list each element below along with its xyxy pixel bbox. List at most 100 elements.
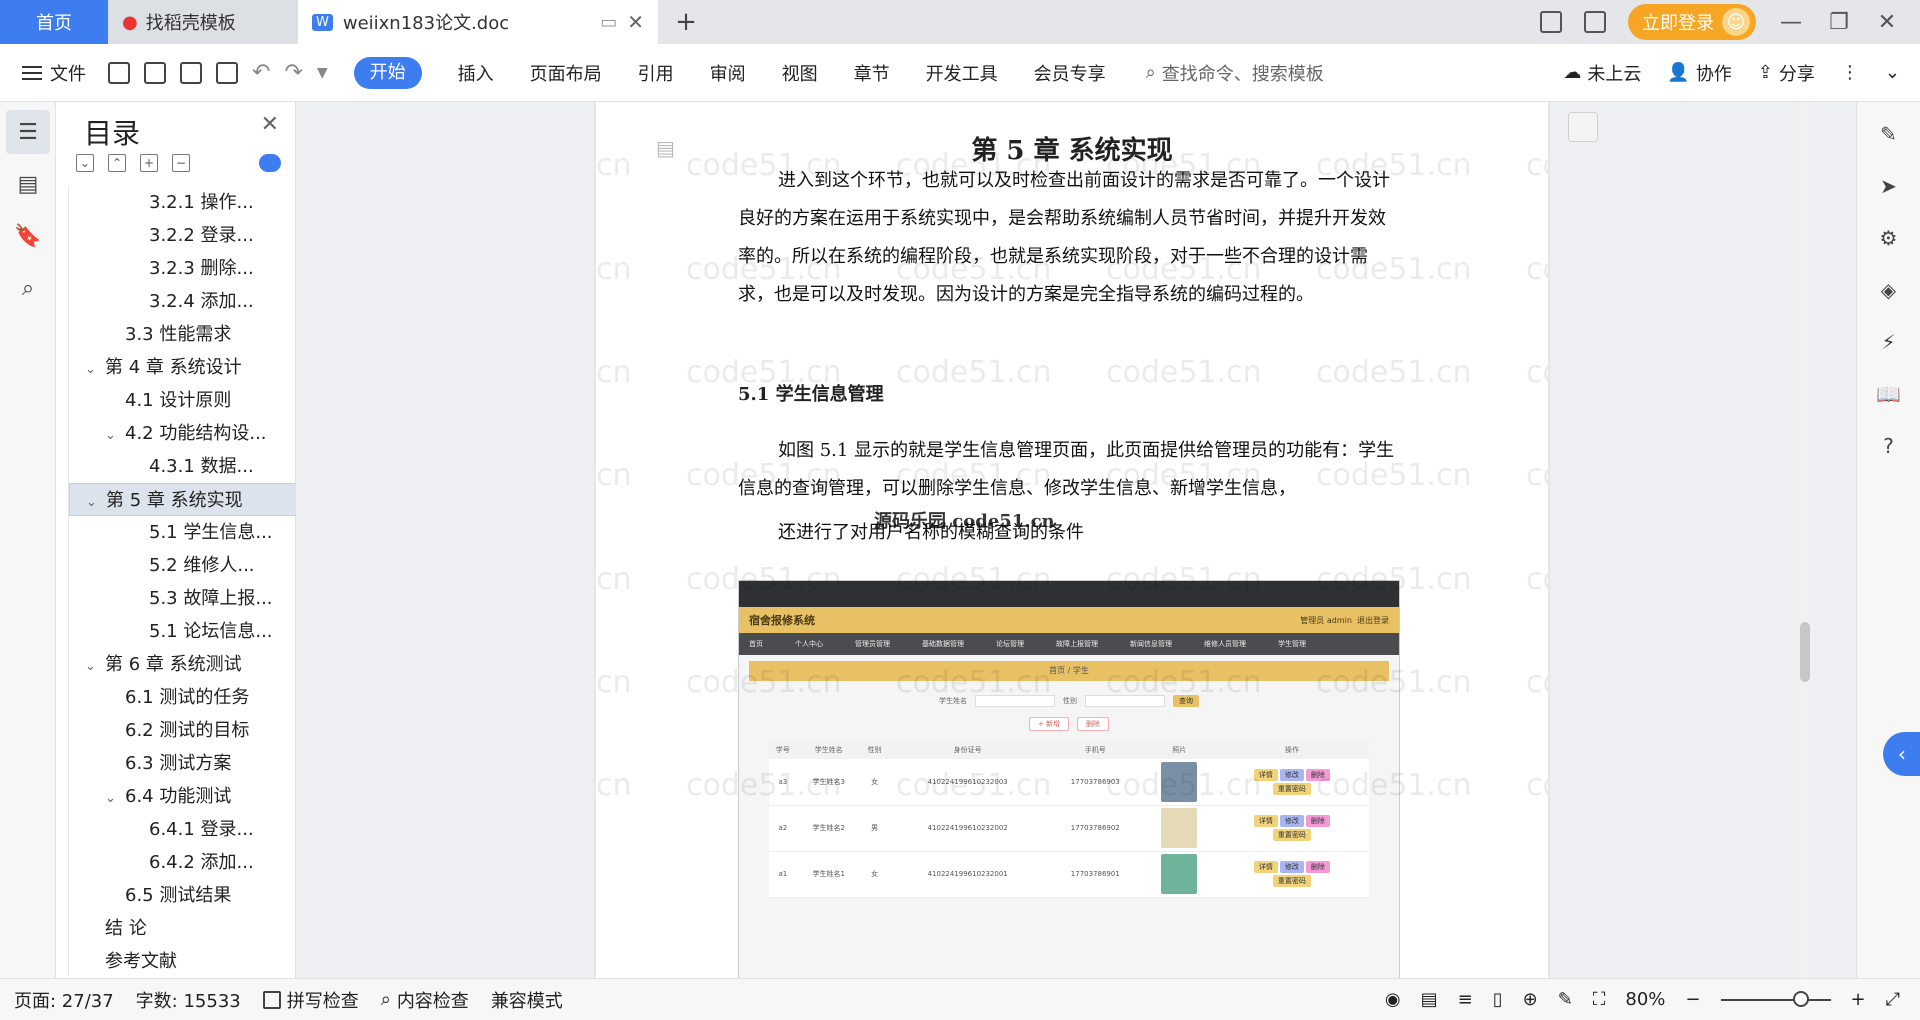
toc-item[interactable]: ⌄ 第 5 章 系统实现 bbox=[69, 483, 298, 516]
chevron-down-icon[interactable]: ▼ bbox=[317, 65, 328, 81]
fit-page-icon[interactable]: ⛶ bbox=[1593, 989, 1606, 1010]
collapse-ribbon-icon[interactable]: ⌄ bbox=[1885, 62, 1900, 83]
close-icon[interactable]: ✕ bbox=[261, 112, 279, 137]
content-check-button[interactable]: ⌕ 内容检查 bbox=[381, 987, 469, 1013]
adjust-icon[interactable]: ⚙ bbox=[1869, 218, 1909, 258]
book-icon[interactable]: 📖 bbox=[1869, 374, 1909, 414]
menu-reference[interactable]: 引用 bbox=[620, 60, 692, 86]
chevron-down-icon[interactable]: ⌄ bbox=[105, 782, 125, 813]
ruler-toggle-button[interactable] bbox=[1568, 112, 1598, 142]
smart-toc-toggle[interactable] bbox=[259, 154, 281, 172]
toc-item[interactable]: 结 论 bbox=[69, 912, 298, 945]
toc-item[interactable]: 5.1 学生信息... bbox=[69, 516, 298, 549]
login-button[interactable]: 立即登录 ☺ bbox=[1628, 4, 1756, 40]
panel-collapse-button[interactable]: ‹ bbox=[1883, 732, 1920, 776]
toc-item[interactable]: 4.3.1 数据... bbox=[69, 450, 298, 483]
chevron-down-icon[interactable]: ⌄ bbox=[105, 419, 125, 450]
page-view-icon[interactable]: ▤ bbox=[1421, 989, 1438, 1010]
ai-icon[interactable]: ◈ bbox=[1869, 270, 1909, 310]
zoom-out-icon[interactable]: − bbox=[1685, 989, 1700, 1010]
find-icon[interactable]: ⌕ bbox=[6, 266, 50, 310]
toc-item[interactable]: 6.1 测试的任务 bbox=[69, 681, 298, 714]
eye-icon[interactable]: ◉ bbox=[1385, 989, 1401, 1010]
toc-item[interactable]: 5.1 论坛信息... bbox=[69, 615, 298, 648]
toc-item[interactable]: 参考文献 bbox=[69, 945, 298, 976]
chevron-down-icon[interactable]: ⌄ bbox=[86, 486, 106, 515]
lightning-icon[interactable]: ⚡ bbox=[1869, 322, 1909, 362]
spell-check-button[interactable]: 拼写检查 bbox=[262, 987, 359, 1013]
toc-item[interactable]: 5.3 故障上报... bbox=[69, 582, 298, 615]
apps-grid-icon[interactable] bbox=[1584, 11, 1606, 33]
page-count[interactable]: 页面: 27/37 bbox=[14, 987, 114, 1013]
zoom-level[interactable]: 80% bbox=[1625, 989, 1665, 1010]
minimize-icon[interactable]: — bbox=[1778, 10, 1804, 35]
web-view-icon[interactable]: ⊕ bbox=[1523, 989, 1538, 1010]
toc-item[interactable]: 3.2.2 登录... bbox=[69, 219, 298, 252]
layout-icon[interactable] bbox=[1540, 11, 1562, 33]
share-button[interactable]: ⇪ 分享 bbox=[1758, 60, 1815, 86]
tab-templates[interactable]: ● 找稻壳模板 bbox=[108, 0, 298, 44]
tab-home[interactable]: 首页 bbox=[0, 0, 108, 44]
menu-member[interactable]: 会员专享 bbox=[1016, 60, 1124, 86]
toc-item[interactable]: 6.3 测试方案 bbox=[69, 747, 298, 780]
zoom-in-icon[interactable]: + bbox=[1851, 989, 1866, 1010]
help-icon[interactable]: ? bbox=[1869, 426, 1909, 466]
zoom-slider[interactable] bbox=[1720, 990, 1831, 1007]
outline-view-icon[interactable]: ≡ bbox=[1458, 989, 1473, 1010]
undo-icon[interactable]: ↶ bbox=[252, 60, 270, 85]
toc-item[interactable]: ⌄ 4.2 功能结构设... bbox=[69, 417, 298, 450]
redo-icon[interactable]: ↷ bbox=[284, 60, 302, 85]
toc-item[interactable]: 5.2 维修人... bbox=[69, 549, 298, 582]
expand-up-icon[interactable]: ⌃ bbox=[108, 154, 126, 172]
toc-item[interactable]: 3.2.1 操作... bbox=[69, 186, 298, 219]
cloud-status[interactable]: ☁ 未上云 bbox=[1563, 60, 1641, 86]
menu-chapter[interactable]: 章节 bbox=[836, 60, 908, 86]
close-window-icon[interactable]: ✕ bbox=[1874, 10, 1900, 35]
collapse-all-icon[interactable]: ⌄ bbox=[76, 154, 94, 172]
chevron-down-icon[interactable]: ⌄ bbox=[85, 650, 105, 681]
toc-item[interactable]: 3.3 性能需求 bbox=[69, 318, 298, 351]
toc-item[interactable]: ⌄ 第 6 章 系统测试 bbox=[69, 648, 298, 681]
toc-item[interactable]: ⌄ 第 4 章 系统设计 bbox=[69, 351, 298, 384]
toc-panel-icon[interactable]: ☰ bbox=[6, 110, 50, 154]
restore-icon[interactable]: ❐ bbox=[1826, 10, 1852, 35]
pen-icon[interactable]: ✎ bbox=[1869, 114, 1909, 154]
print-icon[interactable] bbox=[180, 61, 202, 84]
word-count[interactable]: 字数: 15533 bbox=[136, 987, 241, 1013]
print-preview-icon[interactable] bbox=[216, 61, 238, 84]
collab-button[interactable]: 👤 协作 bbox=[1667, 60, 1731, 86]
toc-item[interactable]: ⌄ 6.4 功能测试 bbox=[69, 780, 298, 813]
toc-item[interactable]: 6.4.2 添加... bbox=[69, 846, 298, 879]
menu-insert[interactable]: 插入 bbox=[440, 60, 512, 86]
toc-item[interactable]: 3.2.4 添加... bbox=[69, 285, 298, 318]
menu-devtools[interactable]: 开发工具 bbox=[908, 60, 1016, 86]
remove-heading-icon[interactable]: − bbox=[172, 154, 190, 172]
menu-review[interactable]: 审阅 bbox=[692, 60, 764, 86]
close-tab-icon[interactable]: ✕ bbox=[627, 10, 644, 34]
export-icon[interactable] bbox=[144, 61, 166, 84]
cursor-icon[interactable]: ➤ bbox=[1869, 166, 1909, 206]
menu-start[interactable]: 开始 bbox=[353, 56, 422, 89]
toc-item[interactable]: 4.1 设计原则 bbox=[69, 384, 298, 417]
fullscreen-icon[interactable]: ⤢ bbox=[1886, 989, 1900, 1010]
command-search[interactable]: ⌕ 查找命令、搜索模板 bbox=[1146, 60, 1324, 86]
screen-icon[interactable]: ▭ bbox=[600, 12, 617, 33]
vertical-scrollbar[interactable] bbox=[1798, 102, 1812, 978]
file-menu[interactable]: 文件 bbox=[22, 60, 86, 86]
new-tab-button[interactable]: + bbox=[658, 0, 714, 44]
write-view-icon[interactable]: ✎ bbox=[1558, 989, 1573, 1010]
toc-item[interactable]: 6.5 测试结果 bbox=[69, 879, 298, 912]
save-icon[interactable] bbox=[108, 61, 130, 84]
menu-layout[interactable]: 页面布局 bbox=[512, 60, 620, 86]
toc-item[interactable]: 6.4.1 登录... bbox=[69, 813, 298, 846]
bookmark-icon[interactable]: 🔖 bbox=[6, 214, 50, 258]
tab-document[interactable]: W weiixn183论文.doc ▭ ✕ bbox=[298, 0, 658, 44]
navigation-icon[interactable]: ▤ bbox=[6, 162, 50, 206]
more-icon[interactable]: ⋮ bbox=[1841, 62, 1859, 83]
toc-item[interactable]: 6.2 测试的目标 bbox=[69, 714, 298, 747]
menu-view[interactable]: 视图 bbox=[764, 60, 836, 86]
reading-view-icon[interactable]: ▯ bbox=[1493, 989, 1503, 1010]
chevron-down-icon[interactable]: ⌄ bbox=[85, 353, 105, 384]
add-heading-icon[interactable]: + bbox=[140, 154, 158, 172]
toc-item[interactable]: 3.2.3 删除... bbox=[69, 252, 298, 285]
